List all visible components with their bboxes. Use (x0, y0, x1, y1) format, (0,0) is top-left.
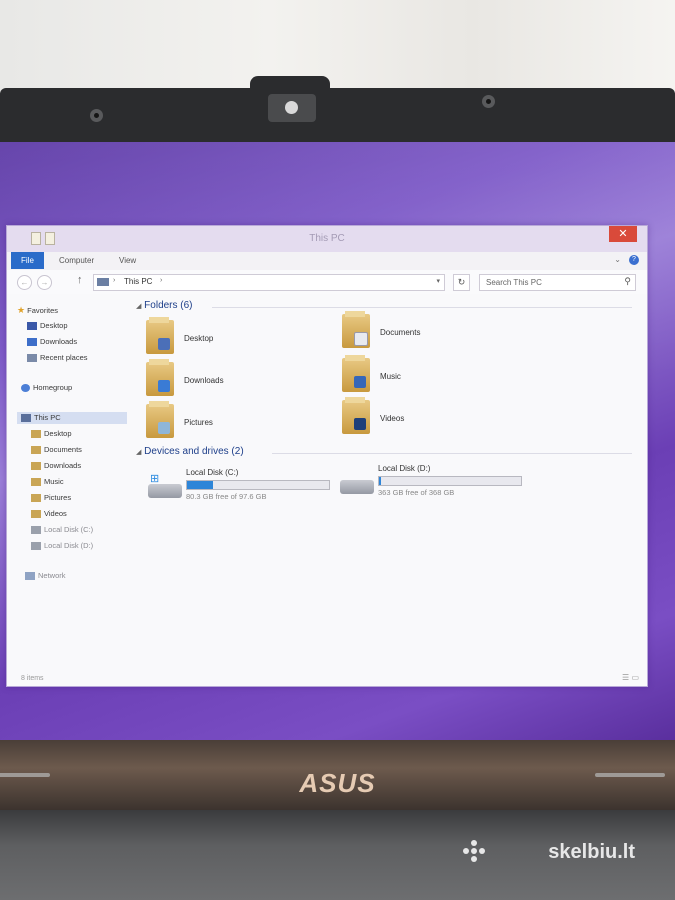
up-button[interactable]: ↑ (77, 274, 83, 286)
folder-icon (31, 510, 41, 519)
webcam-icon (268, 94, 316, 122)
drive-icon (340, 480, 374, 494)
help-icon[interactable]: ? (629, 255, 639, 265)
sidebar-item-downloads[interactable]: Downloads (31, 460, 81, 472)
breadcrumb[interactable]: This PC (124, 277, 152, 286)
sidebar-item-local-disk-c[interactable]: Local Disk (C:) (31, 524, 93, 536)
drive-c[interactable]: ⊞ Local Disk (C:) 80.3 GB free of 97.6 G… (148, 468, 348, 508)
folder-icon (31, 430, 41, 439)
sidebar-item-pictures[interactable]: Pictures (31, 492, 71, 504)
sidebar-item-desktop[interactable]: Desktop (27, 320, 68, 332)
drive-icon (31, 526, 41, 535)
tab-computer[interactable]: Computer (53, 254, 100, 267)
computer-icon (21, 414, 31, 423)
asus-logo: ASUS (299, 768, 376, 798)
videos-folder-icon (342, 397, 370, 434)
sidebar-item-videos[interactable]: Videos (31, 508, 67, 520)
folder-documents[interactable]: Documents (342, 311, 512, 354)
folder-desktop[interactable]: Desktop (146, 317, 316, 360)
desktop-folder-icon (146, 317, 174, 354)
sidebar-network[interactable]: Network (25, 570, 66, 582)
search-placeholder: Search This PC (486, 278, 542, 287)
search-input[interactable]: Search This PC ⚲ (479, 274, 636, 291)
search-icon[interactable]: ⚲ (624, 276, 631, 287)
computer-icon (97, 278, 109, 286)
chevron-right-icon[interactable]: › (160, 277, 162, 284)
view-toggle-icons[interactable]: ☰ ▭ (622, 673, 639, 682)
sidebar-item-downloads[interactable]: Downloads (27, 336, 77, 348)
desktop-icon (27, 322, 37, 331)
recent-places-icon (27, 354, 37, 363)
tab-file[interactable]: File (11, 252, 44, 269)
folder-pictures[interactable]: Pictures (146, 401, 316, 444)
title-bar[interactable]: This PC ✕ (7, 226, 647, 252)
content-pane: ◢ Folders (6) Desktop Documents Download… (132, 294, 647, 664)
refresh-button[interactable]: ↻ (453, 274, 470, 291)
explorer-window[interactable]: This PC ✕ File Computer View ⌄ ? ← → ↑ ›… (6, 225, 648, 687)
collapse-icon[interactable]: ◢ (136, 449, 141, 456)
desktop-wallpaper: This PC ✕ File Computer View ⌄ ? ← → ↑ ›… (0, 142, 675, 740)
documents-folder-icon (342, 311, 370, 348)
folder-icon (31, 462, 41, 471)
collapse-icon[interactable]: ◢ (136, 303, 141, 310)
folders-group-header[interactable]: ◢ Folders (6) (136, 300, 193, 311)
drive-usage-bar (378, 476, 522, 486)
windows-logo-icon: ⊞ (150, 473, 160, 485)
blue-bag (340, 18, 435, 80)
sidebar-item-local-disk-d[interactable]: Local Disk (D:) (31, 540, 93, 552)
star-icon: ★ (17, 305, 26, 315)
chevron-down-icon[interactable]: ▾ (436, 277, 440, 285)
network-icon (25, 572, 35, 581)
address-bar[interactable]: › This PC › ▾ (93, 274, 445, 291)
status-item-count: 8 items (21, 675, 44, 682)
chevron-right-icon: › (113, 277, 116, 284)
watermark: skelbiu.lt (548, 841, 635, 863)
forward-button[interactable]: → (37, 275, 52, 290)
pictures-folder-icon (146, 401, 174, 438)
folder-music[interactable]: Music (342, 355, 512, 398)
back-button[interactable]: ← (17, 275, 32, 290)
window-title: This PC (309, 233, 345, 244)
sidebar-homegroup[interactable]: Homegroup (21, 382, 72, 394)
downloads-folder-icon (146, 359, 174, 396)
mic-left-icon (90, 109, 103, 122)
watermark-logo-icon (463, 840, 489, 862)
navigation-pane: ★ Favorites Desktop Downloads Recent pla… (7, 294, 132, 664)
folder-videos[interactable]: Videos (342, 397, 512, 440)
ribbon-tabs: File Computer View ⌄ ? (7, 252, 647, 271)
navigation-bar: ← → ↑ › This PC › ▾ ↻ Search This PC ⚲ (7, 270, 647, 294)
folder-icon (31, 446, 41, 455)
downloads-icon (27, 338, 37, 347)
windows-drive-icon: ⊞ (148, 473, 182, 498)
tab-view[interactable]: View (113, 254, 142, 267)
divider (212, 307, 632, 308)
mic-right-icon (482, 95, 495, 108)
music-folder-icon (342, 355, 370, 392)
drive-d[interactable]: Local Disk (D:) 363 GB free of 368 GB (340, 464, 540, 504)
homegroup-icon (21, 384, 30, 393)
sidebar-favorites[interactable]: ★ Favorites (17, 304, 58, 316)
folder-icon (31, 478, 41, 487)
drive-icon (31, 542, 41, 551)
close-button[interactable]: ✕ (609, 226, 637, 242)
sidebar-item-music[interactable]: Music (31, 476, 64, 488)
sidebar-this-pc[interactable]: This PC (17, 412, 127, 424)
folder-downloads[interactable]: Downloads (146, 359, 316, 402)
sidebar-item-documents[interactable]: Documents (31, 444, 82, 456)
drive-usage-bar (186, 480, 330, 490)
ribbon-expand-icon[interactable]: ⌄ (614, 255, 621, 264)
sidebar-item-desktop[interactable]: Desktop (31, 428, 72, 440)
drives-group-header[interactable]: ◢ Devices and drives (2) (136, 446, 244, 457)
folder-icon (31, 494, 41, 503)
sidebar-item-recent-places[interactable]: Recent places (27, 352, 88, 364)
divider (272, 453, 632, 454)
